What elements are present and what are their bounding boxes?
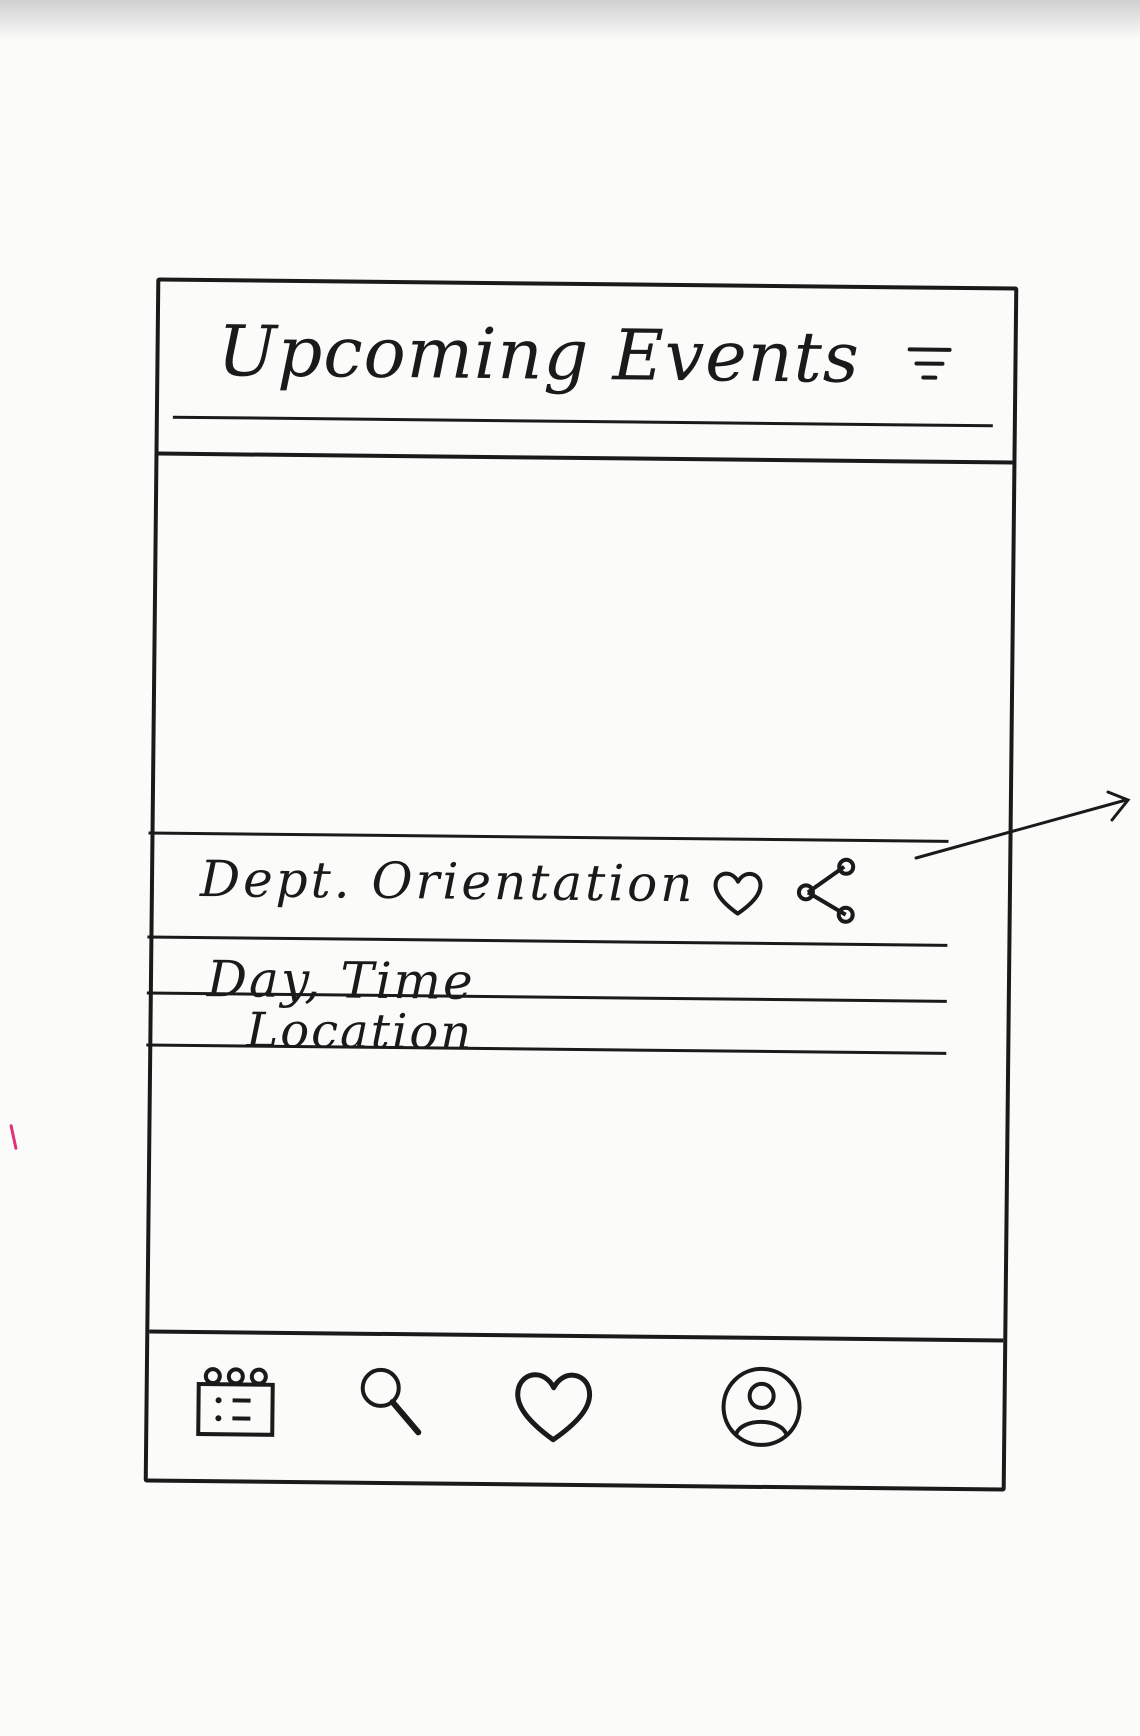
bottom-tab-bar <box>147 1329 1004 1488</box>
event-location: Location <box>246 1002 474 1061</box>
event-card[interactable]: Dept. Orientation Day, Time Location <box>146 831 949 1061</box>
app-header: Upcoming Events <box>158 281 1015 465</box>
event-title: Dept. Orientation <box>199 850 696 914</box>
filter-icon[interactable] <box>905 339 954 388</box>
card-divider <box>147 935 948 947</box>
phone-frame: Upcoming Events Dept. Orientation Day, T… <box>143 277 1019 1492</box>
paper-shadow <box>0 0 1140 40</box>
heart-icon[interactable] <box>508 1359 599 1450</box>
calendar-icon[interactable] <box>190 1356 281 1447</box>
search-icon[interactable] <box>346 1358 437 1449</box>
profile-icon[interactable] <box>716 1361 807 1452</box>
event-list: Dept. Orientation Day, Time Location <box>146 452 1012 1341</box>
card-top-rule <box>148 831 949 843</box>
heart-icon[interactable] <box>708 865 769 922</box>
share-icon[interactable] <box>788 854 863 929</box>
margin-mark <box>9 1123 18 1151</box>
page-title: Upcoming Events <box>217 310 861 399</box>
title-underline <box>172 415 993 428</box>
